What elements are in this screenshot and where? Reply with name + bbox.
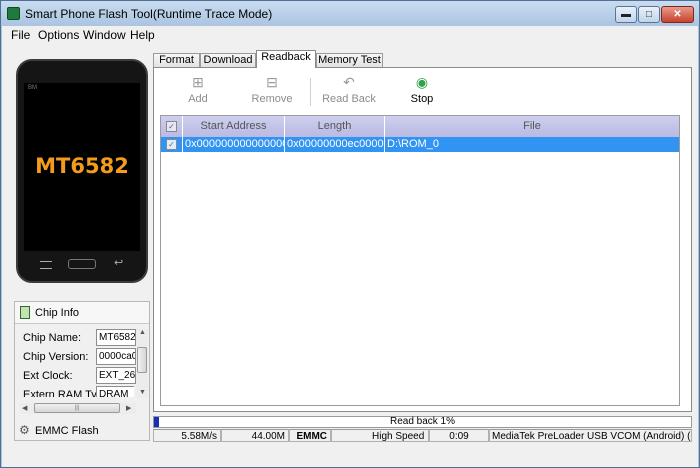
chip-row-version: Chip Version: 0000ca01 bbox=[22, 348, 136, 366]
horizontal-scroll-thumb[interactable]: ||| bbox=[34, 403, 120, 413]
scroll-right-icon[interactable]: ▶ bbox=[126, 404, 131, 412]
chip-info-header[interactable]: Chip Info bbox=[15, 302, 149, 324]
status-storage: EMMC bbox=[289, 429, 331, 442]
row-checkbox[interactable]: ✓ bbox=[166, 139, 177, 150]
chip-info-title: Chip Info bbox=[35, 307, 80, 319]
stop-button[interactable]: ◉ Stop bbox=[390, 74, 454, 110]
phone-brand: BM bbox=[28, 85, 37, 91]
column-start-address[interactable]: Start Address bbox=[183, 116, 285, 137]
menu-options[interactable]: Options bbox=[38, 28, 79, 42]
toolbar-separator bbox=[310, 78, 311, 106]
column-file[interactable]: File bbox=[385, 116, 679, 137]
tab-strip: Format Download Readback Memory Test bbox=[153, 50, 693, 68]
scroll-down-icon[interactable]: ▼ bbox=[139, 389, 146, 396]
add-button[interactable]: ⊞ Add bbox=[166, 74, 230, 110]
chip-model-label: MT6582 bbox=[35, 154, 129, 178]
menu-window[interactable]: Window bbox=[83, 28, 126, 42]
chip-name-label: Chip Name: bbox=[23, 332, 82, 344]
chip-row-name: Chip Name: MT6582 bbox=[22, 329, 136, 347]
remove-button[interactable]: ⊟ Remove bbox=[240, 74, 304, 110]
phone-illustration: BM MT6582 ↩ bbox=[12, 54, 152, 294]
phone-screen: BM MT6582 bbox=[24, 83, 140, 251]
table-header: ✓ Start Address Length File bbox=[161, 116, 679, 137]
read-back-label: Read Back bbox=[322, 93, 376, 105]
chip-version-label: Chip Version: bbox=[23, 351, 89, 363]
chip-row-ram: Extern RAM Type: DRAM bbox=[22, 386, 134, 397]
ext-clock-value: EXT_26M bbox=[96, 367, 136, 384]
scroll-up-icon[interactable]: ▲ bbox=[139, 329, 146, 336]
file-cell[interactable]: D:\ROM_0 bbox=[385, 137, 679, 152]
emmc-flash-label: EMMC Flash bbox=[35, 425, 99, 437]
chip-version-value: 0000ca01 bbox=[96, 348, 136, 365]
read-back-button[interactable]: ↶ Read Back bbox=[317, 74, 381, 110]
length-cell[interactable]: 0x00000000ec000000 bbox=[285, 137, 385, 152]
tab-memory-test[interactable]: Memory Test bbox=[316, 53, 383, 68]
tab-readback[interactable]: Readback bbox=[256, 50, 316, 68]
table-row[interactable]: ✓ 0x0000000000000000 0x00000000ec000000 … bbox=[161, 137, 679, 152]
emmc-flash-footer[interactable]: ⚙ EMMC Flash bbox=[15, 420, 149, 440]
status-mode: High Speed bbox=[331, 429, 429, 442]
readback-toolbar: ⊞ Add ⊟ Remove ↶ Read Back ◉ Stop bbox=[160, 74, 684, 110]
chip-info-panel: Chip Info Chip Name: MT6582 Chip Version… bbox=[14, 301, 150, 441]
maximize-button[interactable]: □ bbox=[638, 6, 660, 23]
gear-icon: ⚙ bbox=[19, 423, 30, 437]
start-address-cell[interactable]: 0x0000000000000000 bbox=[183, 137, 285, 152]
phone-back-key-icon: ↩ bbox=[114, 257, 124, 269]
read-back-icon: ↶ bbox=[343, 74, 355, 90]
phone-menu-key-icon bbox=[40, 261, 52, 269]
phone-body: BM MT6582 ↩ bbox=[16, 59, 148, 283]
ram-type-value: DRAM bbox=[96, 386, 134, 397]
status-size: 44.00M bbox=[221, 429, 289, 442]
stop-label: Stop bbox=[410, 93, 434, 105]
vertical-scroll-thumb[interactable] bbox=[137, 347, 147, 373]
menu-file[interactable]: File bbox=[11, 28, 30, 42]
tab-download[interactable]: Download bbox=[200, 53, 256, 68]
chip-row-clock: Ext Clock: EXT_26M bbox=[22, 367, 136, 385]
chip-name-value: MT6582 bbox=[96, 329, 136, 346]
status-bar: 5.58M/s 44.00M EMMC High Speed 0:09 Medi… bbox=[153, 429, 692, 442]
row-checkbox-cell[interactable]: ✓ bbox=[161, 137, 183, 152]
progress-text: Read back 1% bbox=[389, 416, 456, 427]
readback-panel: ⊞ Add ⊟ Remove ↶ Read Back ◉ Stop ✓ Star… bbox=[153, 67, 692, 412]
select-all-cell[interactable]: ✓ bbox=[161, 116, 183, 137]
phone-home-key-icon bbox=[68, 259, 96, 269]
title-bar[interactable]: Smart Phone Flash Tool(Runtime Trace Mod… bbox=[1, 1, 699, 27]
tab-format[interactable]: Format bbox=[153, 53, 200, 68]
chip-info-vertical-scrollbar[interactable]: ▲ ▼ bbox=[136, 329, 148, 398]
status-speed: 5.58M/s bbox=[153, 429, 221, 442]
column-length[interactable]: Length bbox=[285, 116, 385, 137]
chip-icon bbox=[20, 306, 30, 319]
remove-icon: ⊟ bbox=[266, 74, 278, 90]
remove-label: Remove bbox=[251, 93, 293, 105]
add-icon: ⊞ bbox=[192, 74, 204, 90]
status-port: MediaTek PreLoader USB VCOM (Android) (C… bbox=[489, 429, 692, 442]
app-icon bbox=[7, 7, 20, 20]
menu-bar: File Options Window Help bbox=[2, 26, 698, 44]
readback-table: ✓ Start Address Length File ✓ 0x00000000… bbox=[160, 115, 680, 406]
app-window: Smart Phone Flash Tool(Runtime Trace Mod… bbox=[0, 0, 700, 468]
menu-help[interactable]: Help bbox=[130, 28, 155, 42]
stop-icon: ◉ bbox=[415, 74, 429, 90]
progress-bar: Read back 1% bbox=[153, 416, 692, 428]
status-time: 0:09 bbox=[429, 429, 489, 442]
scroll-left-icon[interactable]: ◀ bbox=[22, 404, 27, 412]
minimize-button[interactable]: ▬ bbox=[615, 6, 637, 23]
close-button[interactable]: ✕ bbox=[661, 6, 694, 23]
select-all-checkbox[interactable]: ✓ bbox=[166, 121, 177, 132]
chip-info-horizontal-scrollbar[interactable]: ◀ ||| ▶ bbox=[20, 403, 136, 414]
window-title: Smart Phone Flash Tool(Runtime Trace Mod… bbox=[25, 7, 273, 21]
ext-clock-label: Ext Clock: bbox=[23, 370, 73, 382]
add-label: Add bbox=[188, 93, 208, 105]
client-area: BM MT6582 ↩ Chip Info Chip Name: MT6582 … bbox=[2, 44, 698, 467]
